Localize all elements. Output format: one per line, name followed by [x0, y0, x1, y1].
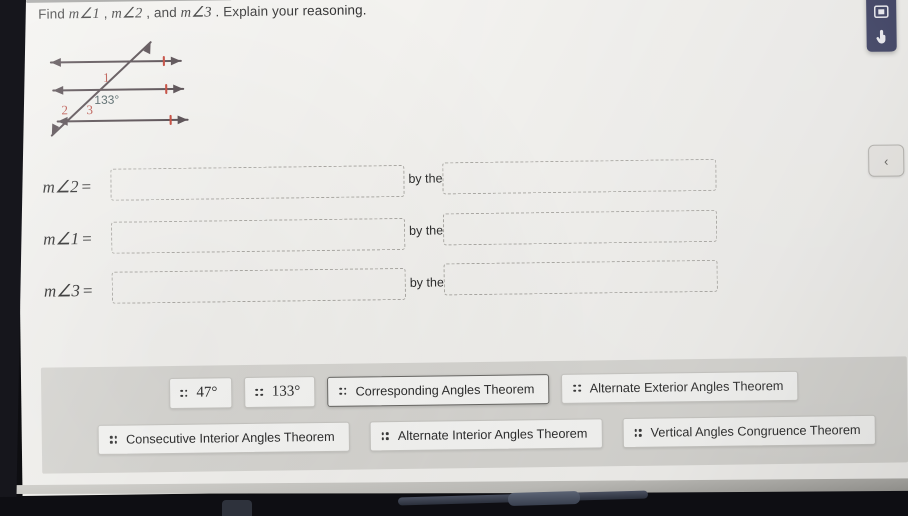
- drag-handle-icon[interactable]: [573, 384, 581, 392]
- figure-label-3: 3: [86, 102, 93, 117]
- question-m2: m∠2: [111, 5, 143, 22]
- drag-handle-icon[interactable]: [255, 388, 263, 397]
- drag-handle-icon[interactable]: [109, 436, 118, 444]
- drag-handle-icon[interactable]: [381, 432, 389, 440]
- dropzone-m3-value[interactable]: [111, 267, 407, 304]
- dropzone-m2-reason[interactable]: [442, 158, 717, 195]
- stylus-grip: [507, 490, 581, 507]
- question-prefix: Find: [38, 6, 69, 22]
- answer-tile-133[interactable]: 133°: [244, 376, 316, 409]
- answer-row-m3: m∠3 = by the: [20, 256, 908, 320]
- parallel-line-bottom: [56, 118, 189, 123]
- screenshot-icon[interactable]: [873, 4, 889, 20]
- dropzone-m2-value[interactable]: [110, 164, 405, 201]
- parallel-tick-marks: [162, 56, 172, 126]
- row-label-m3: m∠3 =: [44, 281, 93, 302]
- row-equals-m1: =: [82, 229, 92, 249]
- question-sep1: ,: [99, 5, 112, 21]
- drag-handle-icon[interactable]: [180, 389, 188, 398]
- answer-bank-row-1: 47° 133° Corresponding Angles Theorem Alter…: [169, 367, 908, 410]
- question-sep2: , and: [142, 4, 181, 21]
- drag-handle-icon[interactable]: [339, 387, 347, 395]
- answer-tile-consecutive-interior-angles-theorem[interactable]: Consecutive Interior Angles Theorem: [97, 421, 350, 455]
- row-label-m2: m∠2 =: [42, 177, 91, 198]
- row-label-m3-text: m∠3: [43, 281, 81, 301]
- answer-tile-label: Alternate Exterior Angles Theorem: [589, 378, 784, 396]
- connector-m1: by the: [409, 223, 444, 238]
- connector-m3: by the: [409, 275, 444, 290]
- drag-handle-icon[interactable]: [634, 429, 642, 437]
- answer-tile-label: 47°: [196, 384, 218, 401]
- top-divider-rule: [26, 0, 233, 3]
- row-label-m2-text: m∠2: [42, 177, 79, 197]
- connector-m2: by the: [408, 171, 443, 186]
- answer-tile-label: 133°: [271, 383, 301, 400]
- floating-toolbar: [865, 0, 897, 52]
- question-m1: m∠1: [68, 5, 100, 23]
- figure-angle-label: 133°: [94, 93, 119, 107]
- dropzone-m3-reason[interactable]: [443, 259, 718, 296]
- figure-label-1: 1: [103, 70, 110, 85]
- answer-tile-alternate-exterior-angles-theorem[interactable]: Alternate Exterior Angles Theorem: [561, 370, 799, 404]
- answer-tile-label: Vertical Angles Congruence Theorem: [650, 422, 861, 440]
- row-label-m1-text: m∠1: [43, 229, 80, 249]
- pointer-icon[interactable]: [874, 29, 890, 45]
- answer-bank-panel: 47° 133° Corresponding Angles Theorem Alter…: [40, 356, 908, 474]
- answer-tile-label: Alternate Interior Angles Theorem: [397, 426, 588, 444]
- geometry-figure: 1 2 3 133°: [30, 31, 211, 141]
- dropzone-m1-value[interactable]: [110, 217, 406, 254]
- parallel-line-top: [49, 59, 182, 64]
- question-m3: m∠3: [180, 4, 212, 21]
- row-equals-m3: =: [82, 281, 93, 301]
- answer-rows: m∠2 = by the m∠1 = by the m∠3 = by the: [18, 152, 908, 320]
- answer-tile-label: Consecutive Interior Angles Theorem: [126, 429, 335, 447]
- answer-tile-47[interactable]: 47°: [169, 377, 233, 410]
- answer-bank-row-2: Consecutive Interior Angles Theorem Alter…: [97, 414, 908, 455]
- answer-tile-label: Corresponding Angles Theorem: [355, 381, 535, 399]
- answer-tile-vertical-angles-congruence-theorem[interactable]: Vertical Angles Congruence Theorem: [622, 414, 876, 449]
- stylus-nub: [222, 500, 252, 516]
- device-photo: Find m∠1 , m∠2 , and m∠3 . Explain your …: [0, 0, 908, 516]
- parallel-lines-diagram: 1 2 3 133°: [49, 41, 189, 137]
- parallel-line-middle: [52, 87, 185, 92]
- dropzone-m1-reason[interactable]: [442, 209, 718, 246]
- figure-label-2: 2: [61, 102, 68, 117]
- question-prompt: Find m∠1 , m∠2 , and m∠3 . Explain your …: [38, 2, 367, 23]
- row-equals-m2: =: [81, 177, 92, 197]
- back-button[interactable]: ‹: [868, 144, 905, 177]
- tablet-screen: Find m∠1 , m∠2 , and m∠3 . Explain your …: [16, 0, 908, 496]
- answer-tile-alternate-interior-angles-theorem[interactable]: Alternate Interior Angles Theorem: [369, 418, 603, 452]
- question-suffix: . Explain your reasoning.: [211, 2, 367, 20]
- answer-tile-corresponding-angles-theorem[interactable]: Corresponding Angles Theorem: [327, 373, 550, 407]
- stylus: [397, 490, 649, 506]
- row-label-m1: m∠1 =: [43, 229, 92, 250]
- arrowheads-right: [170, 56, 188, 125]
